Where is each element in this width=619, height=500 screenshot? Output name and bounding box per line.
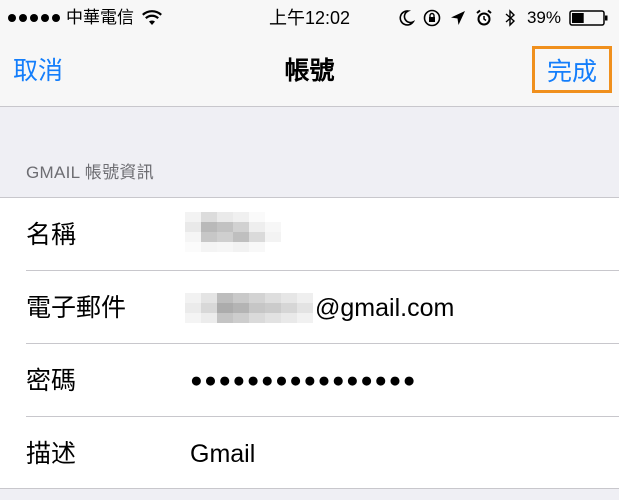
redacted-name [185,212,281,252]
battery-icon [569,10,608,26]
page-title: 帳號 [284,57,335,85]
name-field[interactable] [185,212,281,252]
redacted-email-user [185,293,313,323]
email-domain: @gmail.com [315,294,455,322]
name-label: 名稱 [26,221,77,249]
orientation-lock-icon [423,9,441,27]
description-field[interactable]: Gmail [190,439,255,469]
status-bar: 中華電信 上午12:02 39% [0,0,619,36]
password-label: 密碼 [26,367,77,395]
password-field[interactable]: ●●●●●●●●●●●●●●●● [190,366,417,396]
description-label: 描述 [26,440,77,468]
battery-percent: 39% [526,8,561,27]
email-row[interactable]: 電子郵件 @gmail.com [0,271,619,344]
done-button-label: 完成 [546,57,597,86]
done-button[interactable]: 完成 [532,46,612,93]
email-label: 電子郵件 [26,294,127,322]
location-arrow-icon [450,11,465,25]
bluetooth-icon [505,9,515,27]
moon-icon [399,10,415,26]
navigation-bar: 取消 帳號 完成 [0,36,619,107]
section-header: GMAIL 帳號資訊 [26,163,154,182]
description-row[interactable]: 描述 Gmail [0,417,619,490]
alarm-icon [476,9,492,26]
password-row[interactable]: 密碼 ●●●●●●●●●●●●●●●● [0,344,619,417]
name-row[interactable]: 名稱 [0,198,619,271]
email-field[interactable]: @gmail.com [185,293,454,323]
account-form: 名稱 電子郵件 @gmail.com 密碼 ●●●●●●●●●●●●●●●● 描… [0,197,619,489]
status-right: 39% [397,7,609,29]
